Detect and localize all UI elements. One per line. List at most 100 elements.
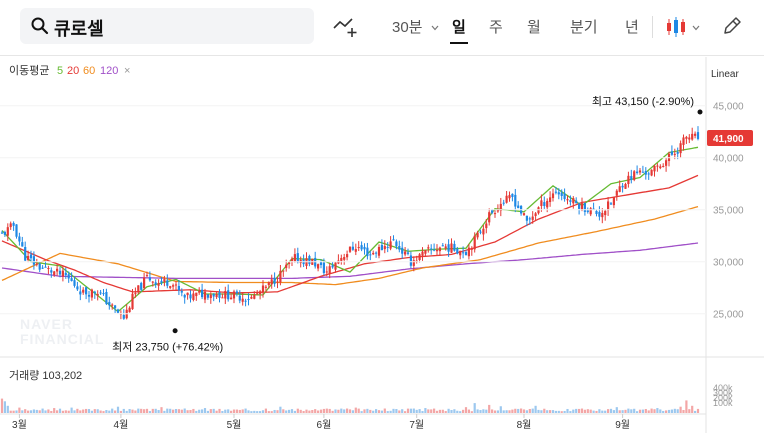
candle-body (99, 292, 102, 294)
ma60-legend[interactable]: 60 (83, 65, 95, 77)
ma-legend-close-icon[interactable]: × (124, 65, 130, 77)
tab-year[interactable]: 년 (625, 16, 639, 37)
candle-body (514, 194, 517, 207)
volume-bar (38, 410, 41, 413)
candle-body (650, 169, 653, 176)
candle-body (482, 228, 485, 235)
volume-bar (525, 410, 528, 413)
candle-body (35, 263, 38, 265)
candle-body (24, 247, 27, 261)
high-marker (697, 109, 703, 115)
volume-axis-ticks: 400k300k200k100k (713, 383, 733, 408)
candle-body (424, 250, 427, 254)
volume-bar (543, 408, 546, 413)
volume-bar (131, 409, 134, 413)
pencil-icon[interactable] (722, 16, 742, 36)
candle-body (522, 213, 526, 215)
volume-bar (496, 410, 499, 413)
candle-body (595, 210, 598, 215)
volume-bar (615, 407, 618, 413)
volume-bar (459, 411, 462, 413)
volume-bar (90, 410, 93, 413)
candle-body (212, 293, 215, 297)
add-indicator-icon[interactable] (333, 16, 359, 38)
candle-body (583, 203, 586, 212)
price-chart[interactable]: 이동평균 5 20 60 120 × Linear NAVER FINANCIA… (0, 57, 764, 433)
volume-bar (111, 408, 114, 413)
candle-body (256, 293, 259, 295)
candle-body (270, 279, 273, 285)
candle-body (598, 211, 601, 217)
candle-body (549, 197, 552, 203)
volume-bar (267, 411, 270, 413)
volume-bar (238, 409, 241, 413)
candle-body (580, 203, 584, 210)
volume-bar (659, 409, 662, 413)
scale-type-label[interactable]: Linear (711, 69, 739, 80)
volume-bar (317, 410, 320, 413)
candle-body (276, 281, 279, 283)
tab-quarter[interactable]: 분기 (570, 16, 598, 37)
moving-average-lines (1, 146, 699, 313)
volume-bar (630, 409, 633, 413)
candle-body (218, 292, 221, 298)
candle-body (73, 280, 76, 286)
high-price-label: 최고 43,150 (-2.90%) (592, 95, 694, 108)
volume-bar (322, 408, 325, 413)
volume-bar (70, 407, 73, 413)
candle-body (111, 304, 114, 306)
candle-body (3, 231, 6, 235)
candle-body (319, 262, 323, 266)
x-tick-label: 4월 (114, 419, 129, 431)
candlestick-icon (667, 17, 685, 37)
candle-body (163, 279, 166, 283)
ma20-legend[interactable]: 20 (67, 65, 79, 77)
volume-bar (253, 410, 256, 413)
volume-bar (363, 409, 366, 413)
candle-body (688, 137, 691, 140)
candle-body (232, 291, 236, 299)
volume-bar (694, 410, 697, 413)
volume-bar (676, 409, 679, 413)
candle-body (488, 212, 491, 223)
tab-day[interactable]: 일 (450, 16, 468, 44)
candle-body (56, 268, 59, 272)
candle-body (151, 281, 154, 283)
ma5-legend[interactable]: 5 (57, 65, 63, 77)
y-tick-label: 45,000 (713, 102, 744, 113)
volume-bar (108, 410, 111, 413)
volume-bar (464, 407, 468, 413)
candle-body (493, 213, 497, 215)
candle-body (401, 247, 404, 254)
candle-body (491, 210, 494, 213)
candle-body (102, 293, 105, 295)
candle-body (195, 292, 198, 297)
volume-bar (296, 408, 299, 413)
volume-bar (667, 409, 671, 413)
candle-body (235, 291, 238, 294)
candle-body (557, 192, 560, 195)
volume-bar (612, 410, 615, 413)
volume-bar (32, 409, 35, 413)
ma120-legend[interactable]: 120 (100, 65, 118, 77)
tab-week[interactable]: 주 (489, 16, 503, 37)
price-chart-area[interactable]: 이동평균 5 20 60 120 × Linear NAVER FINANCIA… (0, 57, 764, 433)
candle-body (160, 280, 163, 283)
volume-bar (99, 410, 102, 413)
volume-bar (453, 409, 456, 413)
interval-dropdown[interactable]: 30분 (392, 16, 439, 37)
volume-bar (247, 410, 250, 413)
candle-body (551, 193, 555, 199)
tab-month[interactable]: 월 (527, 16, 541, 37)
volume-bar (586, 409, 589, 413)
candle-body (427, 247, 430, 249)
volume-bar (546, 410, 549, 413)
volume-bar (169, 408, 172, 413)
low-price-label: 최저 23,750 (+76.42%) (112, 341, 223, 354)
candle-body (360, 245, 363, 250)
volume-bar (218, 408, 221, 413)
stock-search-box[interactable]: 큐로셀 (20, 8, 314, 44)
candle-body (534, 213, 537, 217)
volume-bar (177, 409, 180, 413)
chart-type-dropdown[interactable] (665, 16, 701, 38)
